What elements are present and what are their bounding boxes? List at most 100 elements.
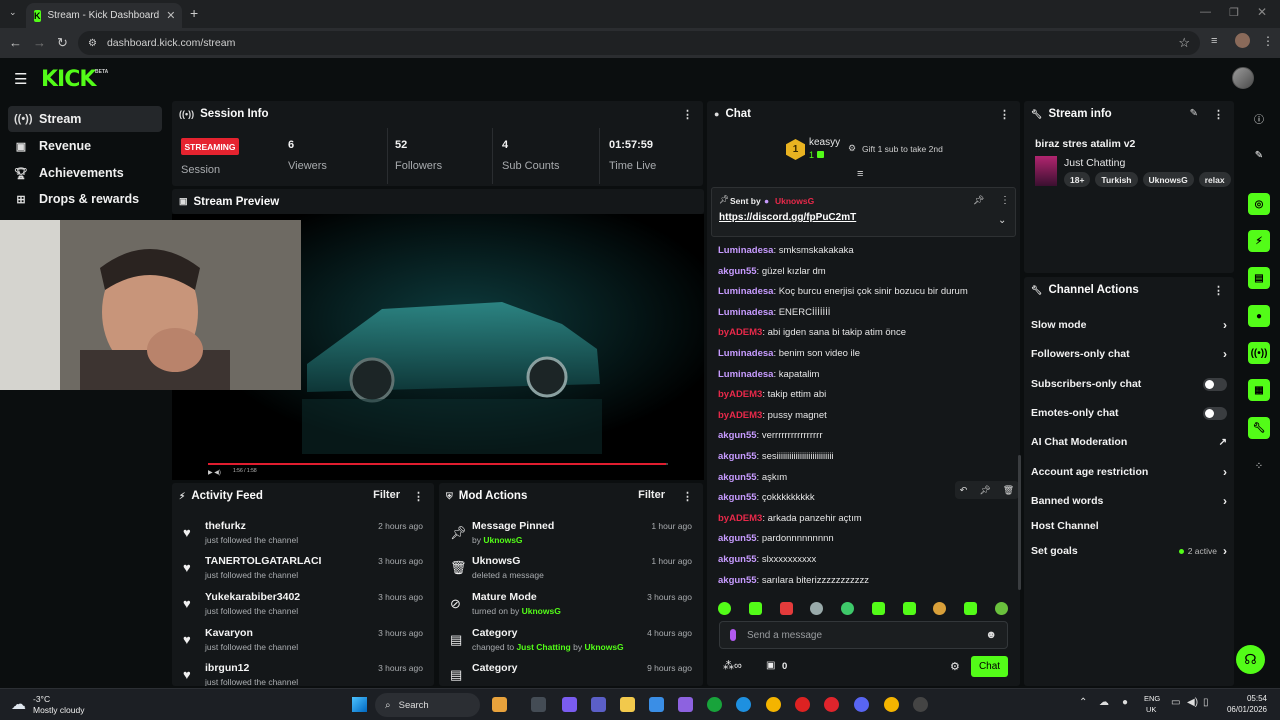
pinned-more-icon[interactable]: ⋮ [1000,195,1010,206]
volume-icon[interactable]: ◀) [1187,697,1198,708]
set-goals-row[interactable]: Set goals 2 active › [1031,541,1227,561]
chat-username[interactable]: akgun55 [718,451,757,462]
gift-sub-text[interactable]: Gift 1 sub to take 2nd [862,144,943,154]
session-more-icon[interactable]: ⋮ [682,108,693,121]
chat-settings-icon[interactable]: ⚙ [950,660,960,673]
user-avatar[interactable] [1232,67,1254,89]
emote-icon[interactable] [994,601,1008,615]
chat-username[interactable]: byADEM3 [718,513,762,524]
info-icon[interactable]: ⓘ [1248,107,1270,129]
pin-message-icon[interactable]: 📌︎ [979,485,990,496]
help-support-icon[interactable]: ☊ [1236,645,1265,674]
copilot-icon[interactable] [562,697,577,712]
widgets-app-icon[interactable] [492,697,507,712]
new-tab-icon[interactable]: + [190,5,198,21]
chat-username[interactable]: byADEM3 [718,327,762,338]
broadcast-icon[interactable]: ((•)) [1248,342,1270,364]
minimize-icon[interactable]: — [1200,6,1211,18]
expand-pinned-icon[interactable]: ⌄ [998,215,1006,226]
channel-actions-more-icon[interactable]: ⋮ [1213,284,1224,297]
chat-username[interactable]: akgun55 [718,554,757,565]
weather-desc[interactable]: Mostly cloudy [33,705,85,715]
obs-icon[interactable] [913,697,928,712]
camera-icon[interactable]: ◎ [1248,193,1270,215]
mod-user-link[interactable]: UknowsG [483,535,522,545]
emote-icon[interactable] [871,601,885,615]
chat-username[interactable]: Luminadesa [718,286,773,297]
viewer-infinity-icon[interactable]: ⁂∞ [723,659,742,672]
sidebar-item-revenue[interactable]: ▣ Revenue [8,133,162,159]
chat-username[interactable]: byADEM3 [718,410,762,421]
maximize-icon[interactable]: ❐ [1229,6,1239,19]
layout-icon[interactable]: ▦ [1248,379,1270,401]
activity-filter-button[interactable]: Filter [373,489,400,501]
sidebar-item-achievements[interactable]: 🏆︎ Achievements [8,160,162,186]
emoji-picker-icon[interactable]: ☻ [985,629,997,641]
category-name[interactable]: Just Chatting [1064,157,1125,169]
emote-icon[interactable] [748,601,762,615]
ai-moderation-row[interactable]: AI Chat Moderation ↗ [1031,432,1227,452]
emote-icon[interactable] [718,601,731,615]
sidebar-item-drops-rewards[interactable]: ⊞ Drops & rewards [8,186,162,212]
mod-user-link[interactable]: UknowsG [522,606,561,616]
back-icon[interactable]: ← [9,35,22,50]
emote-icon[interactable] [841,601,855,615]
category-link[interactable]: Just Chatting [516,642,570,652]
store-icon[interactable] [649,697,664,712]
reply-icon[interactable]: ↶ [960,485,968,496]
hamburger-menu-icon[interactable]: ☰ [14,70,27,88]
clock-time[interactable]: 05:54 [1221,694,1267,703]
host-channel-row[interactable]: Host Channel [1031,516,1227,536]
tab-list-chevron-icon[interactable]: ⌄ [9,7,17,18]
emotes-only-toggle[interactable] [1203,406,1227,420]
mod-more-icon[interactable]: ⋮ [682,490,693,503]
chat-scrollbar[interactable] [1018,455,1021,590]
lightning-icon[interactable]: ⚡︎ [1248,230,1270,252]
weather-temp[interactable]: -3°C [33,694,50,704]
stream-info-more-icon[interactable]: ⋮ [1213,108,1224,121]
chrome-active-icon[interactable] [884,697,899,712]
emote-icon[interactable] [964,601,978,615]
chat-username[interactable]: akgun55 [718,533,757,544]
edge-icon[interactable] [736,697,751,712]
kick-logo[interactable]: KICK [41,67,96,92]
chat-username[interactable]: akgun55 [718,266,757,277]
close-window-icon[interactable]: ✕ [1257,5,1267,19]
chrome-icon[interactable] [766,697,781,712]
emote-icon[interactable] [902,601,916,615]
edit-icon[interactable]: ✎ [1248,144,1270,166]
account-age-row[interactable]: Account age restriction › [1031,462,1227,482]
keyboard-region[interactable]: UK [1146,705,1156,714]
sidebar-item-stream[interactable]: ((•)) Stream [8,106,162,132]
chat-more-icon[interactable]: ⋮ [999,108,1010,121]
delete-message-icon[interactable]: 🗑︎ [1003,485,1014,496]
chat-bubble-icon[interactable]: ● [1248,305,1270,327]
followers-only-row[interactable]: Followers-only chat › [1031,344,1227,364]
profile-avatar[interactable] [1235,33,1250,48]
send-chat-button[interactable]: Chat [971,656,1008,677]
file-explorer-icon[interactable] [620,697,635,712]
forward-icon[interactable]: → [33,35,46,50]
slow-mode-row[interactable]: Slow mode › [1031,315,1227,335]
subscribers-only-toggle[interactable] [1203,377,1227,391]
activity-user[interactable]: Kavaryon [205,627,253,639]
activity-user[interactable]: TANERTOLGATARLACI [205,555,321,567]
leaderboard-user[interactable]: keasyy [809,137,840,148]
browser-tab[interactable]: K Stream - Kick Dashboard ✕ [26,3,182,28]
chat-username[interactable]: byADEM3 [718,389,762,400]
teams-icon[interactable] [591,697,606,712]
wrench-icon[interactable]: 🔧︎ [1248,417,1270,439]
emote-icon[interactable] [779,601,793,615]
browser-menu-icon[interactable]: ⋮ [1262,34,1274,48]
chat-username[interactable]: Luminadesa [718,369,773,380]
opera-icon[interactable] [824,697,839,712]
windows-start-icon[interactable] [352,697,367,712]
edit-stream-info-icon[interactable]: ✎ [1190,108,1198,119]
banned-words-row[interactable]: Banned words › [1031,491,1227,511]
pinned-link[interactable]: https://discord.gg/fpPuC2mT [719,212,856,223]
close-tab-icon[interactable]: ✕ [166,9,175,22]
activity-user[interactable]: thefurkz [205,520,246,532]
chat-username[interactable]: akgun55 [718,472,757,483]
xbox-icon[interactable] [707,697,722,712]
mod-user-link[interactable]: UknowsG [584,642,623,652]
